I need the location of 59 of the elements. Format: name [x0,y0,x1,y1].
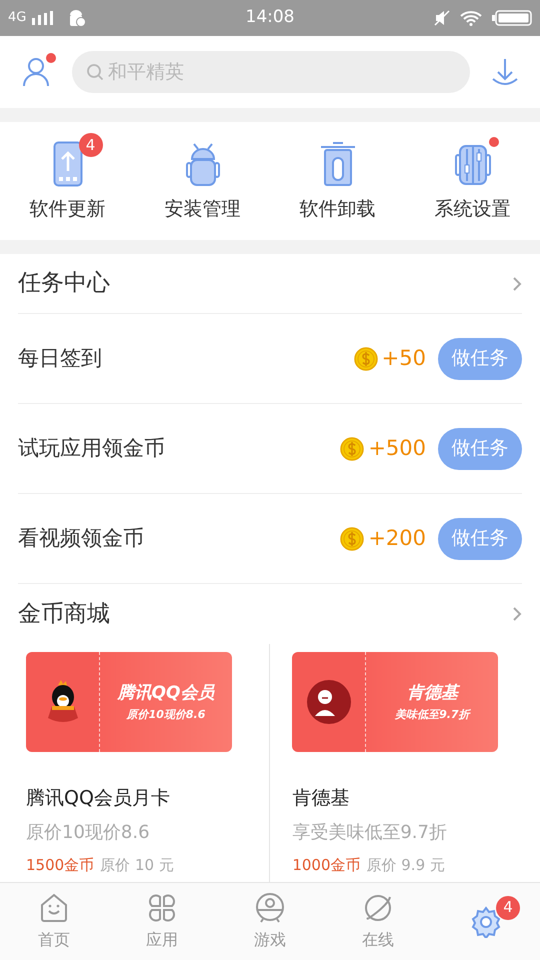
penguin-drawing [46,679,80,725]
product-description: 原价10现价8.6 [26,820,151,844]
muted-speaker-icon [434,10,450,26]
battery-icon [492,10,532,26]
user-profile-icon[interactable] [22,57,50,87]
shortcut-button[interactable]: 系统设置 [405,130,540,224]
original-price: 原价 9.9 元 [366,854,445,876]
task-label: 试玩应用领金币 [18,434,166,462]
search-icon [86,63,104,81]
count-badge: 4 [78,132,102,157]
product-description: 享受美味低至9.7折 [292,820,448,844]
coin-reward: +50 [382,344,426,372]
do-task-button[interactable]: 做任务 [438,428,522,470]
product-name: 肯德基 [292,786,350,811]
coin-icon [340,436,364,460]
coupon-subtitle: 原价10现价8.6 [126,706,206,722]
network-type: 4G [8,9,26,28]
coupon-title: 腾讯QQ会员 [118,682,214,705]
coin-price: 1500金币 [26,854,94,876]
chevron-right-icon[interactable] [512,276,522,292]
do-task-button[interactable]: 做任务 [438,338,522,380]
nav-tab[interactable]: 首页 [0,883,108,960]
shortcut-button[interactable]: 软件卸载 [270,130,405,224]
trash-can-icon [320,140,356,187]
section-title: 任务中心 [18,269,110,298]
original-price: 原价 10 元 [100,854,174,876]
product-name: 腾讯QQ会员月卡 [26,786,171,811]
robot-icon [186,140,220,187]
nav-tab[interactable]: 应用 [108,883,216,960]
wifi-icon [460,10,482,26]
store-item[interactable]: 肯德基 美味低至9.7折 肯德基 享受美味低至9.7折 1000金币 原价 9.9 元 [270,644,514,882]
coupon-title: 肯德基 [406,682,458,705]
smiling-house-icon [38,892,70,924]
signal-icon [32,11,54,25]
nav-tab[interactable]: 4 [432,883,540,960]
nav-tab[interactable]: 游戏 [216,883,324,960]
clock-time: 14:08 [244,6,296,30]
phone-upload-icon [52,140,82,187]
task-label: 看视频领金币 [18,524,145,552]
shortcut-button[interactable]: 4 软件更新 [0,130,135,224]
colonel-logo-drawing [306,680,351,724]
coin-reward: +200 [368,524,426,552]
count-badge: 4 [496,896,520,920]
robot-head-icon [254,892,286,924]
chevron-right-icon[interactable] [512,606,522,622]
nav-tab[interactable]: 在线 [324,883,432,960]
coupon-subtitle: 美味低至9.7折 [395,706,470,722]
store-item[interactable]: 腾讯QQ会员 原价10现价8.6 腾讯QQ会员月卡 原价10现价8.6 1500金币 原价 10 元 [26,644,270,882]
task-label: 每日签到 [18,344,103,372]
gear-icon [470,906,502,938]
do-task-button[interactable]: 做任务 [438,518,522,560]
coin-reward: +500 [368,434,426,462]
download-icon[interactable] [492,58,518,86]
shortcut-button[interactable]: 安装管理 [135,130,270,224]
coin-icon [340,526,364,550]
petals-icon [146,892,178,924]
section-title: 金币商城 [18,600,110,629]
coin-icon [354,346,378,370]
coin-price: 1000金币 [292,854,360,876]
